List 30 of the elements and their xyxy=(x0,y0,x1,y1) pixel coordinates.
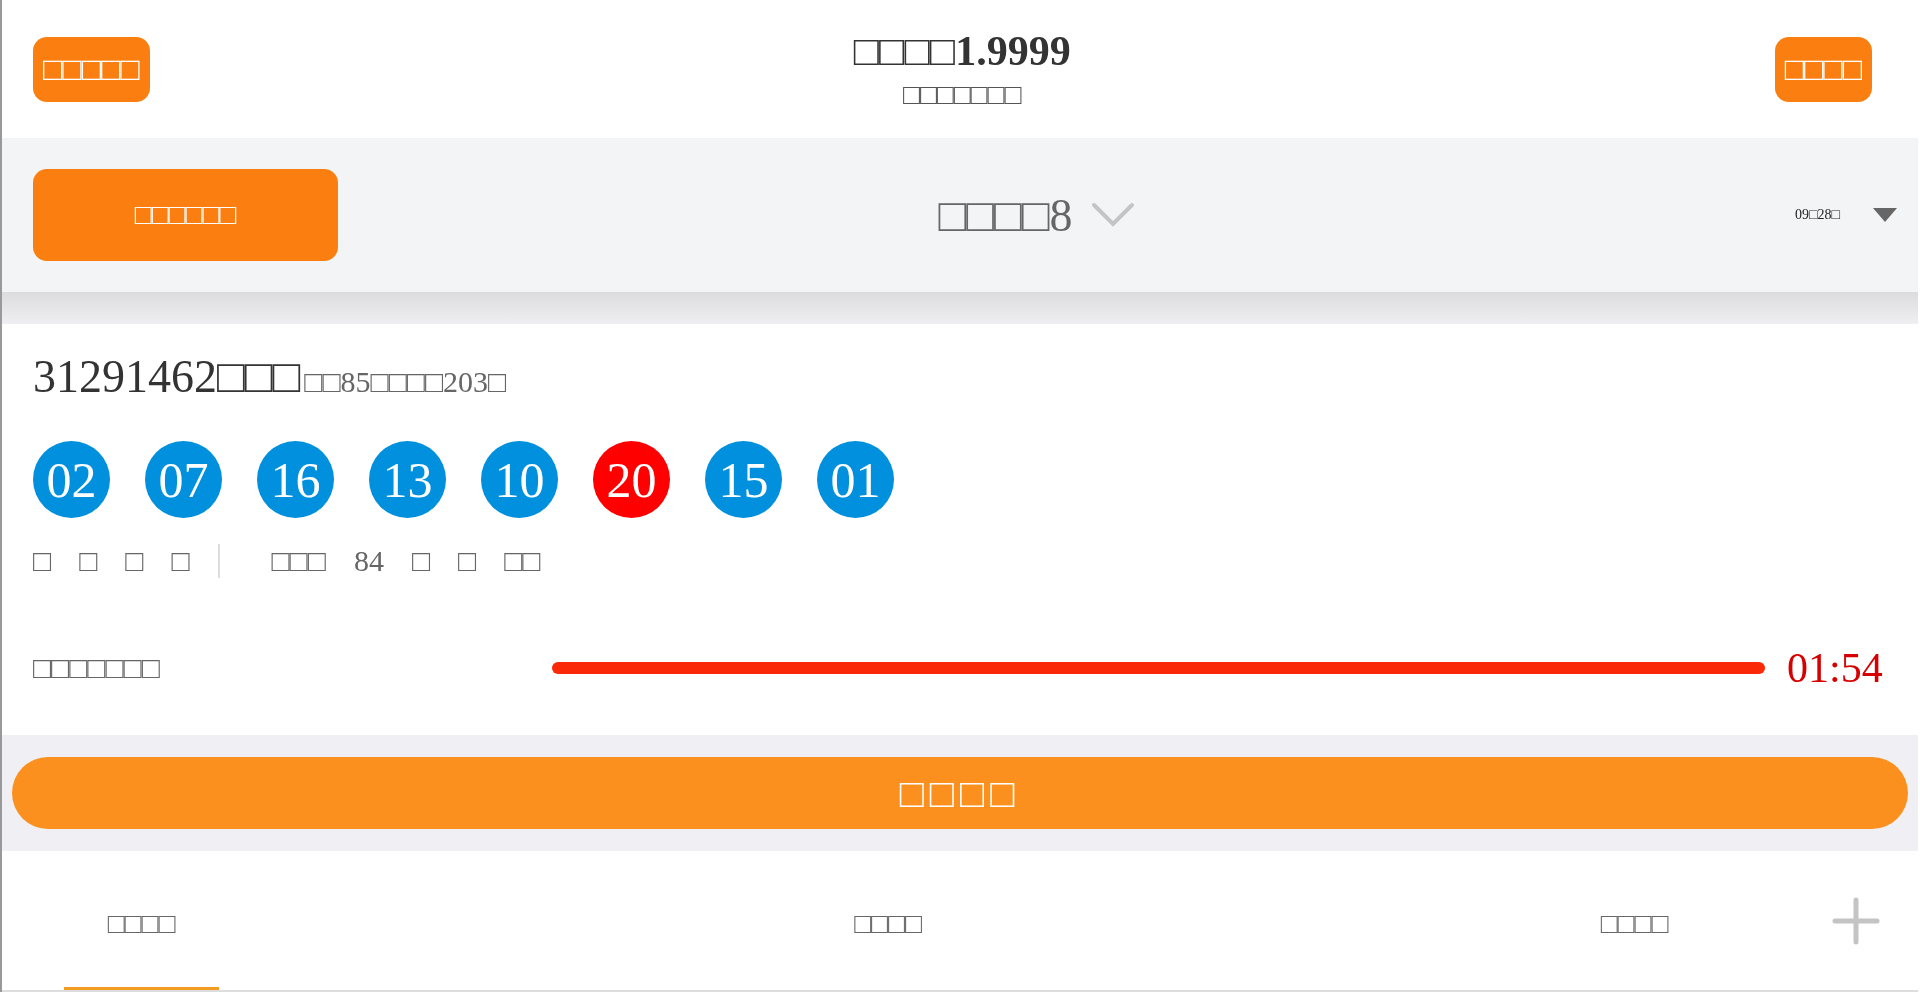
issue-number: 31291462□□□ xyxy=(33,350,301,403)
result-tag: □ xyxy=(458,544,477,578)
subtitle: □□□□□□□ xyxy=(902,79,1022,111)
result-tag: □ xyxy=(171,544,190,578)
number-ball: 15 xyxy=(705,441,782,518)
result-tag: □ xyxy=(125,544,144,578)
balance-title: □□□□1.9999 xyxy=(853,27,1071,75)
number-ball: 20 xyxy=(593,441,670,518)
tab[interactable]: □□□□ xyxy=(1557,851,1712,990)
countdown-label: □□□□□□□ xyxy=(33,651,161,685)
result-tag: □ xyxy=(411,544,430,578)
dropdown-triangle-icon[interactable] xyxy=(1872,207,1898,223)
number-ball: 16 xyxy=(257,441,334,518)
tab[interactable]: □□□□ xyxy=(810,851,966,990)
result-tag: □ xyxy=(33,544,52,578)
number-ball: 13 xyxy=(369,441,446,518)
chevron-down-icon xyxy=(1090,202,1135,228)
result-tag: □□□ xyxy=(271,544,326,578)
game-selector[interactable]: □□□□8 xyxy=(338,188,1796,242)
number-ball: 07 xyxy=(145,441,222,518)
number-ball: 01 xyxy=(817,441,894,518)
tab[interactable]: □□□□ xyxy=(64,851,219,990)
number-ball: 10 xyxy=(481,441,558,518)
result-tag: □□ xyxy=(504,544,541,578)
issue-note: □□85□□□□203□ xyxy=(304,365,507,399)
date-label: 09□28□ xyxy=(1795,207,1840,223)
result-tag: □ xyxy=(79,544,98,578)
result-tag: 84 xyxy=(353,544,384,578)
countdown-time: 01:54 xyxy=(1787,644,1884,692)
number-ball: 02 xyxy=(33,441,110,518)
